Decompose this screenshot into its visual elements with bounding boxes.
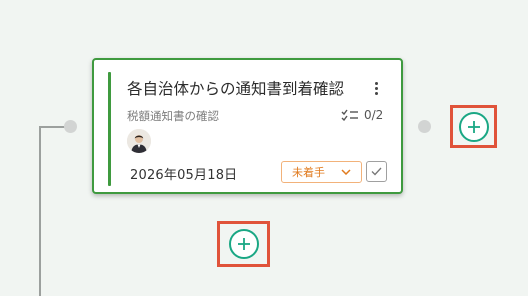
task-subtitle: 税額通知書の確認 <box>127 109 219 123</box>
due-date: 2026年05月18日 <box>130 168 238 183</box>
right-connector-dot[interactable] <box>418 120 431 133</box>
chevron-down-icon <box>341 169 351 175</box>
card-accent-bar <box>108 72 111 186</box>
plus-icon <box>467 120 480 133</box>
checkmark-icon <box>371 167 382 176</box>
checklist-icon <box>341 109 358 121</box>
left-connector-dot[interactable] <box>64 120 77 133</box>
kebab-menu-icon[interactable] <box>366 78 386 98</box>
add-child-node-button[interactable] <box>217 221 270 267</box>
status-label: 未着手 <box>292 166 325 179</box>
plus-icon <box>237 238 250 250</box>
connector-vertical-line <box>39 126 41 296</box>
status-dropdown[interactable]: 未着手 <box>281 161 362 183</box>
add-next-node-button[interactable] <box>450 105 497 148</box>
complete-checkbox[interactable] <box>366 161 387 182</box>
checklist-progress: 0/2 <box>341 108 383 122</box>
task-title: 各自治体からの通知書到着確認 <box>127 80 345 98</box>
checklist-count: 0/2 <box>364 108 384 122</box>
assignee-avatar[interactable] <box>127 129 151 153</box>
task-card[interactable]: 各自治体からの通知書到着確認 税額通知書の確認 0/2 2026年05月18日 … <box>92 58 403 194</box>
